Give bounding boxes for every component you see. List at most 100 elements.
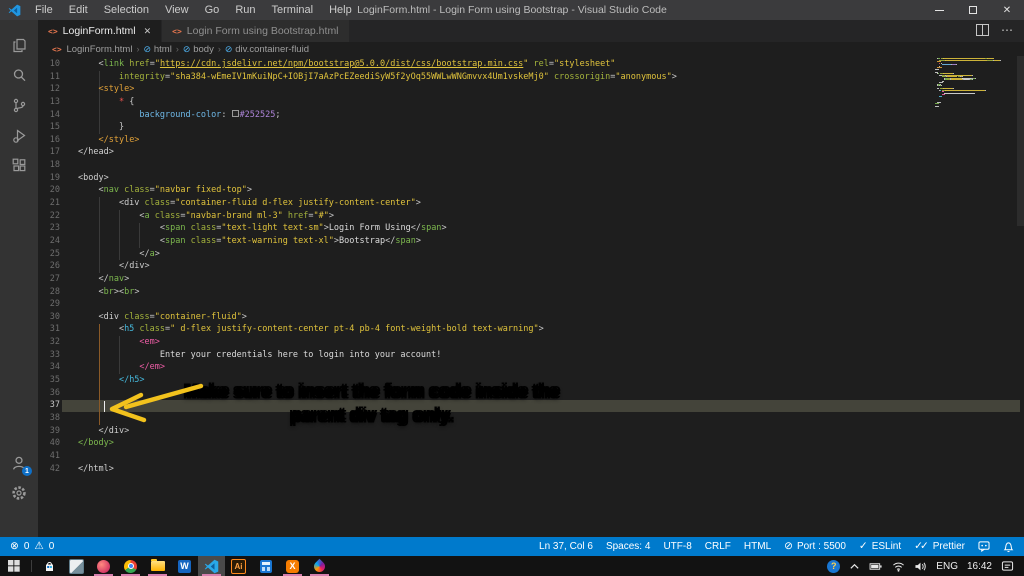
minimap[interactable] xyxy=(935,58,1015,138)
code-line-content: </a> xyxy=(78,248,160,261)
taskbar-app-chrome[interactable] xyxy=(117,556,144,576)
code-line[interactable]: 18 xyxy=(38,159,1024,172)
status-port-5500[interactable]: ⊘Port : 5500 xyxy=(784,541,846,552)
code-line[interactable]: 10 <link href="https://cdn.jsdelivr.net/… xyxy=(38,58,1024,71)
code-line[interactable]: 29 xyxy=(38,298,1024,311)
problems-status[interactable]: ⊗0⚠0 xyxy=(10,541,54,552)
status-html[interactable]: HTML xyxy=(744,541,771,552)
accounts-icon[interactable]: 1 xyxy=(0,448,38,478)
code-line[interactable]: 34 </em> xyxy=(38,361,1024,374)
breadcrumb-item-div-container-fluid[interactable]: ⊘ div.container-fluid xyxy=(225,44,309,55)
code-line[interactable]: 23 <span class="text-light text-sm">Logi… xyxy=(38,222,1024,235)
taskbar-app-file-explorer[interactable] xyxy=(144,556,171,576)
volume-icon[interactable] xyxy=(914,561,927,572)
code-line[interactable]: 31 <h5 class=" d-flex justify-content-ce… xyxy=(38,323,1024,336)
taskbar-app-illustrator[interactable]: Ai xyxy=(225,556,252,576)
status-eslint[interactable]: ✓ESLint xyxy=(859,541,901,552)
minimize-button[interactable] xyxy=(922,0,956,20)
code-line[interactable]: 32 <em> xyxy=(38,336,1024,349)
wifi-icon[interactable] xyxy=(892,561,905,572)
menu-go[interactable]: Go xyxy=(197,0,228,20)
clock[interactable]: 16:42 xyxy=(967,561,992,572)
code-line[interactable]: 13 * { xyxy=(38,96,1024,109)
close-button[interactable]: ✕ xyxy=(990,0,1024,20)
line-number: 40 xyxy=(38,437,60,450)
status-ln-37-col-6[interactable]: Ln 37, Col 6 xyxy=(539,541,593,552)
code-editor[interactable]: 10 <link href="https://cdn.jsdelivr.net/… xyxy=(38,56,1024,537)
code-line[interactable]: 20 <nav class="navbar fixed-top"> xyxy=(38,184,1024,197)
html-file-icon: <> xyxy=(172,27,182,36)
code-line[interactable]: 40</body> xyxy=(38,437,1024,450)
code-token: "sha384-wEmeIV1mKuiNpC+IOBjI7aAzPcEZeedi… xyxy=(170,72,549,82)
tab-loginform.html[interactable]: <>LoginForm.html✕ xyxy=(38,20,162,42)
menu-file[interactable]: File xyxy=(27,0,61,20)
editor-scrollbar[interactable] xyxy=(1017,56,1024,226)
run-debug-icon[interactable] xyxy=(0,120,38,150)
taskbar-app-xampp[interactable]: X xyxy=(279,556,306,576)
menu-run[interactable]: Run xyxy=(227,0,263,20)
code-line[interactable]: 27 </nav> xyxy=(38,273,1024,286)
taskbar-app-word[interactable]: W xyxy=(171,556,198,576)
status-feedback[interactable] xyxy=(978,541,990,552)
status-prettier[interactable]: ✓✓Prettier xyxy=(914,541,965,552)
code-line[interactable]: 16 </style> xyxy=(38,134,1024,147)
code-line[interactable]: 14 background-color: #252525; xyxy=(38,109,1024,122)
code-line[interactable]: 25 </a> xyxy=(38,248,1024,261)
code-line[interactable]: 28 <br><br> xyxy=(38,286,1024,299)
taskbar-app-calculator[interactable] xyxy=(252,556,279,576)
status-label: Ln 37, Col 6 xyxy=(539,541,593,552)
code-line[interactable]: 24 <span class="text-warning text-xl">Bo… xyxy=(38,235,1024,248)
code-line[interactable]: 33 Enter your credentials here to login … xyxy=(38,349,1024,362)
code-line[interactable]: 17</head> xyxy=(38,146,1024,159)
battery-icon[interactable] xyxy=(869,561,883,572)
menu-terminal[interactable]: Terminal xyxy=(264,0,322,20)
code-line[interactable]: 21 <div class="container-fluid d-flex ju… xyxy=(38,197,1024,210)
code-token: div xyxy=(124,198,139,208)
taskbar-app-ms-store[interactable] xyxy=(36,556,63,576)
menu-view[interactable]: View xyxy=(157,0,197,20)
code-line[interactable]: 39 </div> xyxy=(38,425,1024,438)
explorer-icon[interactable] xyxy=(0,30,38,60)
status-utf-8[interactable]: UTF-8 xyxy=(663,541,691,552)
extensions-icon[interactable] xyxy=(0,150,38,180)
tab-login-form-using-bootstrap.html[interactable]: <>Login Form using Bootstrap.html xyxy=(162,20,349,42)
taskbar-app-vs-code[interactable] xyxy=(198,556,225,576)
status-spaces-4[interactable]: Spaces: 4 xyxy=(606,541,650,552)
breadcrumb-label: html xyxy=(154,44,172,55)
split-editor-icon[interactable] xyxy=(976,24,989,36)
menu-help[interactable]: Help xyxy=(321,0,360,20)
show-hidden-icons[interactable] xyxy=(849,561,860,572)
breadcrumb-item-body[interactable]: ⊘ body xyxy=(183,44,214,55)
code-token: class xyxy=(145,198,171,208)
search-icon[interactable] xyxy=(0,60,38,90)
code-line[interactable]: 41 xyxy=(38,450,1024,463)
more-actions-icon[interactable]: ⋯ xyxy=(1001,25,1014,35)
code-token: nav xyxy=(109,274,124,284)
restore-button[interactable] xyxy=(956,0,990,20)
start-button[interactable] xyxy=(0,556,27,576)
taskbar-app-paint-3d[interactable] xyxy=(90,556,117,576)
help-tray-icon[interactable]: ? xyxy=(827,560,840,573)
menu-selection[interactable]: Selection xyxy=(96,0,157,20)
code-line[interactable]: 12 <style> xyxy=(38,83,1024,96)
menu-edit[interactable]: Edit xyxy=(61,0,96,20)
status-bell[interactable] xyxy=(1003,541,1014,553)
code-line[interactable]: 42</html> xyxy=(38,463,1024,476)
code-line[interactable]: 19<body> xyxy=(38,172,1024,185)
tab-label: LoginForm.html xyxy=(63,25,136,37)
language-indicator[interactable]: ENG xyxy=(936,561,958,572)
settings-gear-icon[interactable] xyxy=(0,478,38,508)
taskbar-app-color-drop[interactable] xyxy=(306,556,333,576)
source-control-icon[interactable] xyxy=(0,90,38,120)
status-crlf[interactable]: CRLF xyxy=(705,541,731,552)
code-line[interactable]: 11 integrity="sha384-wEmeIV1mKuiNpC+IOBj… xyxy=(38,71,1024,84)
tab-close-icon[interactable]: ✕ xyxy=(144,26,152,37)
action-center-icon[interactable] xyxy=(1001,560,1014,572)
code-line[interactable]: 26 </div> xyxy=(38,260,1024,273)
breadcrumb-item-html[interactable]: ⊘ html xyxy=(143,44,171,55)
code-line[interactable]: 22 <a class="navbar-brand ml-3" href="#"… xyxy=(38,210,1024,223)
code-line[interactable]: 30 <div class="container-fluid"> xyxy=(38,311,1024,324)
taskbar-app-photos[interactable] xyxy=(63,556,90,576)
code-line[interactable]: 15 } xyxy=(38,121,1024,134)
breadcrumb-item-file[interactable]: <> LoginForm.html xyxy=(52,44,132,55)
